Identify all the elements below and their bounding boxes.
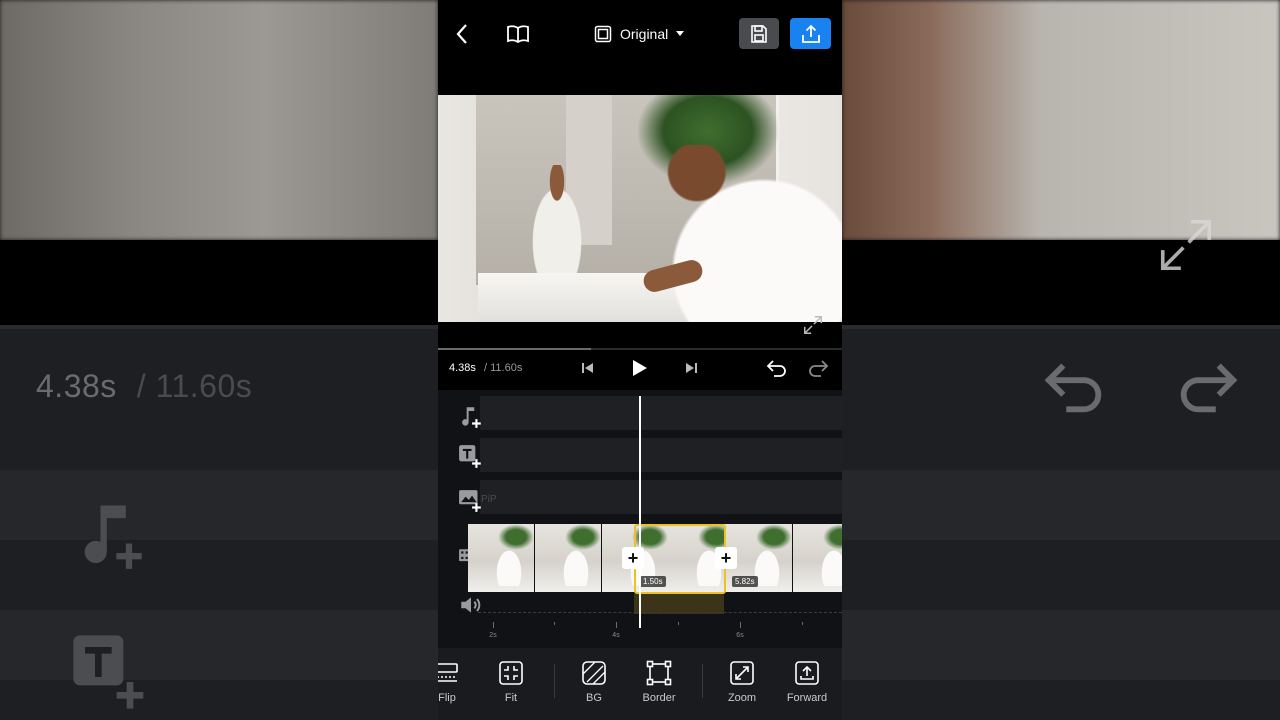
- backdrop-photo: [842, 0, 1280, 240]
- volume-icon[interactable]: [458, 592, 484, 618]
- tutorial-button[interactable]: [505, 22, 531, 46]
- play-icon: [633, 360, 647, 376]
- ruler-label: 4s: [612, 632, 620, 639]
- flip-tool[interactable]: Flip: [438, 660, 477, 704]
- reflection-person: [522, 165, 592, 275]
- fit-tool[interactable]: Fit: [481, 660, 541, 704]
- expand-icon: [804, 316, 822, 334]
- flip-icon: [438, 660, 460, 686]
- fit-icon: [498, 660, 524, 686]
- audio-waveform-row: [478, 600, 842, 613]
- aspect-ratio-label: Original: [620, 26, 669, 42]
- redo-icon: [1172, 356, 1242, 431]
- caret-down-icon: [676, 31, 685, 36]
- video-preview[interactable]: [438, 95, 842, 322]
- text-add-icon: [70, 632, 150, 720]
- backdrop-right: [842, 0, 1280, 720]
- pip-track[interactable]: [480, 480, 842, 514]
- pip-track-label: PiP: [481, 494, 497, 505]
- top-bar: Original: [438, 0, 842, 68]
- zoom-icon: [729, 660, 755, 686]
- backdrop-time: 4.38s/ 11.60s: [36, 368, 253, 404]
- bg-tool[interactable]: BG: [564, 660, 624, 704]
- chevron-left-icon: [456, 24, 467, 44]
- save-icon: [751, 24, 767, 43]
- border-icon: [646, 660, 672, 686]
- skip-next-icon: [686, 363, 697, 373]
- backdrop-left: 4.38s/ 11.60s: [0, 0, 438, 720]
- redo-button[interactable]: [806, 358, 830, 380]
- frame-icon: [594, 25, 612, 43]
- book-icon: [507, 25, 529, 44]
- forward-tool[interactable]: Forward: [777, 660, 837, 704]
- music-track[interactable]: [480, 396, 842, 430]
- undo-icon: [766, 360, 786, 377]
- zoom-tool[interactable]: Zoom: [712, 660, 772, 704]
- clip-duration-badge: 1.50s: [640, 576, 666, 587]
- person: [638, 145, 842, 322]
- ruler-label: 2s: [489, 632, 497, 639]
- total-time: / 11.60s: [484, 362, 523, 374]
- text-track[interactable]: [480, 438, 842, 472]
- save-draft-button[interactable]: [739, 18, 779, 49]
- aspect-ratio-dropdown[interactable]: Original: [594, 22, 685, 46]
- undo-icon: [1040, 356, 1110, 431]
- clip-frame: [793, 524, 842, 592]
- text-add-icon[interactable]: [458, 444, 484, 470]
- skip-next-button[interactable]: [684, 361, 698, 375]
- undo-button[interactable]: [765, 358, 789, 380]
- redo-icon: [809, 360, 829, 377]
- fullscreen-button[interactable]: [802, 314, 824, 336]
- export-button[interactable]: [790, 18, 831, 49]
- music-add-icon[interactable]: [458, 404, 484, 430]
- upload-icon: [801, 24, 820, 43]
- clip-frame: [468, 524, 534, 592]
- play-button[interactable]: [629, 358, 649, 378]
- back-button[interactable]: [450, 20, 474, 48]
- current-time: 4.38s: [449, 362, 476, 374]
- add-transition-button[interactable]: +: [715, 547, 737, 569]
- clip-frame: [535, 524, 601, 592]
- video-editor-app: Original 4.38s / 11.60s PiP 1.50s 5.82s …: [438, 0, 842, 720]
- skip-previous-button[interactable]: [581, 361, 595, 375]
- playhead[interactable]: [639, 396, 641, 628]
- border-tool[interactable]: Border: [629, 660, 689, 704]
- forward-icon: [794, 660, 820, 686]
- transport-controls: 4.38s / 11.60s: [438, 350, 842, 390]
- bg-icon: [581, 660, 607, 686]
- edit-toolbar: Flip Fit BG Border Zoom Forward: [438, 648, 842, 720]
- skip-previous-icon: [582, 363, 593, 373]
- backdrop-photo: [0, 0, 438, 240]
- clip-duration-badge: 5.82s: [732, 576, 758, 587]
- music-add-icon: [72, 496, 148, 588]
- ruler-label: 6s: [736, 632, 744, 639]
- expand-icon: [1155, 214, 1217, 276]
